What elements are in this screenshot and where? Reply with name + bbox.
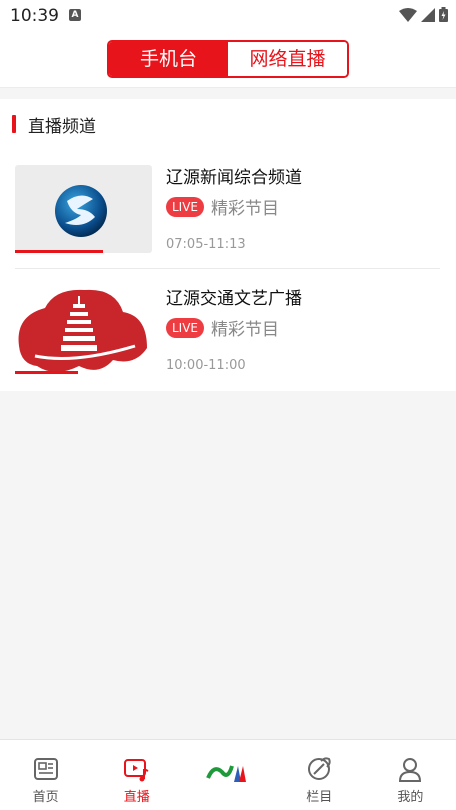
section-header: 直播频道 (12, 113, 96, 137)
live-info: LIVE 精彩节目 (166, 315, 279, 340)
system-icons (399, 7, 448, 22)
live-badge: LIVE (166, 317, 205, 338)
nav-home[interactable]: 首页 (0, 740, 91, 810)
playback-progress (15, 250, 103, 253)
channel-thumbnail (15, 286, 152, 374)
signal-icon (421, 7, 435, 22)
status-bar: 10:39 A (0, 0, 456, 32)
profile-icon (399, 758, 422, 782)
nav-label: 直播 (123, 790, 150, 805)
channel-item[interactable]: 辽源新闻综合频道 LIVE 精彩节目 07:05-11:13 (0, 161, 456, 281)
channel-item[interactable]: 辽源交通文艺广播 LIVE 精彩节目 10:00-11:00 (0, 282, 456, 402)
nav-center-logo[interactable] (182, 740, 273, 810)
section-title: 直播频道 (28, 116, 96, 137)
brand-logo-icon (206, 765, 246, 782)
nav-profile[interactable]: 我的 (365, 740, 456, 810)
tab-web-live[interactable]: 网络直播 (228, 42, 347, 76)
channel-name: 辽源交通文艺广播 (166, 289, 302, 309)
bottom-nav: 首页 直播 栏目 我的 (0, 739, 456, 810)
program-time: 10:00-11:00 (166, 358, 246, 373)
tab-mobile-tv[interactable]: 手机台 (109, 42, 228, 76)
channel-panel: 直播频道 辽源新闻综合频道 LIVE 精彩节目 07:05-11:13 辽源交通… (0, 99, 456, 391)
status-time: 10:39 (10, 6, 59, 26)
wifi-icon (399, 7, 417, 22)
divider (15, 268, 440, 269)
channel-type-switch: 手机台 网络直播 (107, 40, 349, 78)
live-badge: LIVE (166, 196, 205, 217)
live-info: LIVE 精彩节目 (166, 194, 279, 219)
playback-progress (15, 371, 78, 374)
nav-columns[interactable]: 栏目 (274, 740, 365, 810)
nav-label: 栏目 (306, 790, 333, 805)
battery-icon (439, 7, 448, 22)
news-icon (33, 758, 58, 780)
program-title: 精彩节目 (211, 320, 280, 340)
channel-thumbnail (15, 165, 152, 253)
live-video-icon (123, 759, 149, 782)
program-time: 07:05-11:13 (166, 237, 246, 252)
nav-live[interactable]: 直播 (91, 740, 182, 810)
notification-icon: A (69, 9, 81, 21)
program-title: 精彩节目 (211, 199, 280, 219)
nav-label: 首页 (32, 790, 59, 805)
pagoda-logo-icon (18, 289, 147, 372)
top-bar: 手机台 网络直播 (0, 32, 456, 88)
channel-name: 辽源新闻综合频道 (166, 168, 302, 188)
column-icon (308, 757, 331, 780)
section-accent-bar (12, 115, 16, 133)
nav-label: 我的 (397, 790, 424, 805)
channel-logo-icon (55, 185, 107, 237)
